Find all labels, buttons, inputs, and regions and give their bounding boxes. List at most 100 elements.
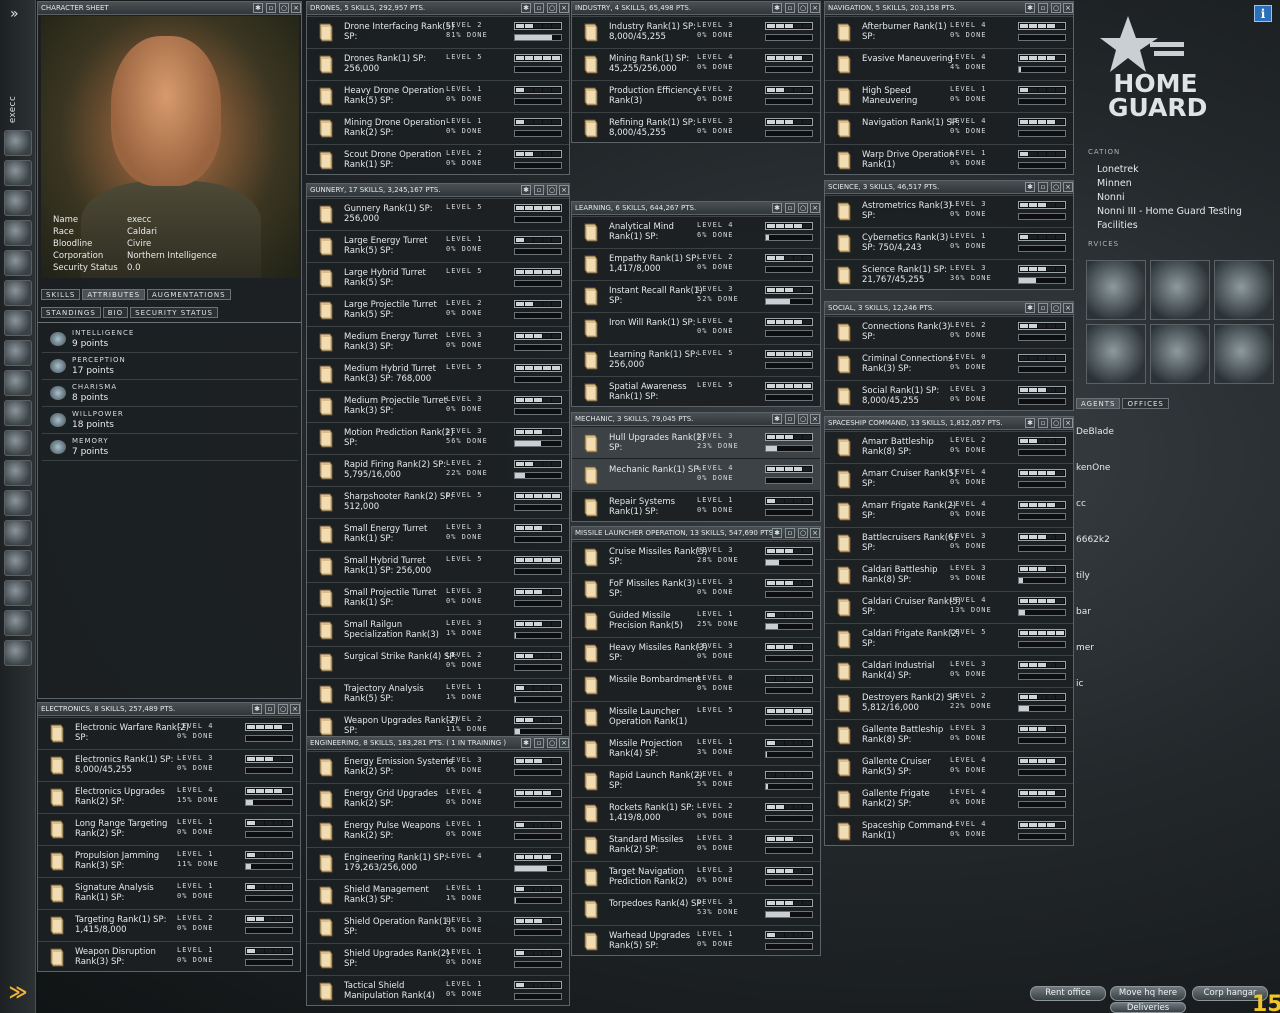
- skill-row[interactable]: Missile Bombardment LEVEL 0 0% DONE: [572, 669, 820, 700]
- skill-row[interactable]: Instant Recall Rank(1) SP: LEVEL 3 52% DO…: [572, 280, 820, 311]
- move-hq-button[interactable]: Move hq here: [1110, 986, 1186, 1001]
- close-icon[interactable]: ×: [810, 528, 820, 538]
- skill-row[interactable]: Trajectory Analysis Rank(5) SP: LEVEL 11…: [307, 678, 569, 709]
- skill-row[interactable]: Afterburner Rank(1) SP: LEVEL 4 0% DONE: [825, 16, 1073, 47]
- skill-row[interactable]: Analytical Mind Rank(1) SP: LEVEL 4 6% DO…: [572, 216, 820, 247]
- skill-row[interactable]: Production Efficiency Rank(3) LEVEL 2 0% …: [572, 80, 820, 111]
- skill-row[interactable]: Hull Upgrades Rank(2) SP: LEVEL 3 23% DON…: [572, 427, 820, 458]
- skill-row[interactable]: Electronic Warfare Rank(2) SP: LEVEL 4 0%…: [38, 717, 300, 748]
- skill-row[interactable]: Surgical Strike Rank(4) SP: LEVEL 2 0% DO…: [307, 646, 569, 677]
- skill-row[interactable]: Evasive Maneuvering LEVEL 4 4% DONE: [825, 48, 1073, 79]
- skill-row[interactable]: Long Range Targeting Rank(2) SP: LEVEL 1…: [38, 813, 300, 844]
- cargo-icon[interactable]: [4, 340, 32, 366]
- minimize-icon[interactable]: ▫: [785, 203, 795, 213]
- agent-entry[interactable]: 6662k2: [1076, 535, 1110, 545]
- info-icon[interactable]: i: [1254, 5, 1272, 22]
- minimize-icon[interactable]: ▫: [1038, 303, 1048, 313]
- skill-row[interactable]: Engineering Rank(1) SP: 179,263/256,000 …: [307, 847, 569, 878]
- settings-icon[interactable]: ✱: [252, 704, 262, 714]
- close-icon[interactable]: ×: [290, 704, 300, 714]
- agent-entry[interactable]: mer: [1076, 643, 1094, 653]
- skill-row[interactable]: Gallente Cruiser Rank(5) SP: LEVEL 4 0% D…: [825, 751, 1073, 782]
- skill-row[interactable]: Heavy Drone Operation Rank(5) SP: LEVEL …: [307, 80, 569, 111]
- skill-row[interactable]: Drones Rank(1) SP: 256,000 LEVEL 5: [307, 48, 569, 79]
- skill-row[interactable]: Mining Drone Operation Rank(2) SP: LEVEL…: [307, 112, 569, 143]
- skill-row[interactable]: Shield Management Rank(3) SP: LEVEL 1 1% …: [307, 879, 569, 910]
- book-icon[interactable]: [4, 520, 32, 546]
- tab-attributes[interactable]: ATTRIBUTES: [82, 289, 146, 300]
- skill-row[interactable]: Electronics Rank(1) SP: 8,000/45,255 LEV…: [38, 749, 300, 780]
- skill-row[interactable]: Caldari Frigate Rank(2) SP: LEVEL 5: [825, 623, 1073, 654]
- map-icon[interactable]: [4, 280, 32, 306]
- skill-row[interactable]: Amarr Frigate Rank(2) SP: LEVEL 4 0% DONE: [825, 495, 1073, 526]
- skill-row[interactable]: Destroyers Rank(2) SP: 5,812/16,000 LEVE…: [825, 687, 1073, 718]
- skill-row[interactable]: Repair Systems Rank(1) SP: LEVEL 1 0% DON…: [572, 491, 820, 522]
- skill-row[interactable]: Spaceship Command Rank(1) LEVEL 4 0% DONE: [825, 815, 1073, 846]
- skill-row[interactable]: Battlecruisers Rank(6) SP: LEVEL 3 0% DON…: [825, 527, 1073, 558]
- location-region[interactable]: Lonetrek: [1097, 164, 1139, 175]
- close-icon[interactable]: ×: [1063, 3, 1073, 13]
- skill-row[interactable]: Spatial Awareness Rank(1) SP: LEVEL 5: [572, 376, 820, 407]
- starmap-icon[interactable]: [4, 310, 32, 336]
- deliveries-button[interactable]: Deliveries: [1110, 1002, 1186, 1013]
- close-icon[interactable]: ×: [810, 414, 820, 424]
- character-icon[interactable]: [4, 130, 32, 156]
- pin-icon[interactable]: ○: [547, 3, 557, 13]
- menu-arrow-icon[interactable]: ≫: [3, 982, 33, 1004]
- skill-row[interactable]: FoF Missiles Rank(3) SP: LEVEL 3 0% DONE: [572, 573, 820, 604]
- skill-row[interactable]: Cruise Missiles Rank(5) SP: LEVEL 3 28% D…: [572, 541, 820, 572]
- tab-skills[interactable]: SKILLS: [41, 289, 81, 300]
- skill-row[interactable]: Medium Hybrid Turret Rank(3) SP: 768,000…: [307, 358, 569, 389]
- pin-icon[interactable]: ○: [1051, 418, 1061, 428]
- skill-row[interactable]: Mechanic Rank(1) SP: LEVEL 4 0% DONE: [572, 459, 820, 490]
- pin-icon[interactable]: ○: [547, 738, 557, 748]
- tab-security-status[interactable]: SECURITY STATUS: [130, 307, 219, 318]
- settings-icon[interactable]: ✱: [521, 3, 531, 13]
- skill-row[interactable]: Missile Projection Rank(4) SP: LEVEL 1 3%…: [572, 733, 820, 764]
- skill-row[interactable]: Rapid Firing Rank(2) SP: 5,795/16,000 LE…: [307, 454, 569, 485]
- close-icon[interactable]: ×: [810, 3, 820, 13]
- skill-row[interactable]: Sharpshooter Rank(2) SP: 512,000 LEVEL 5: [307, 486, 569, 517]
- skill-row[interactable]: Amarr Cruiser Rank(5) SP: LEVEL 4 0% DONE: [825, 463, 1073, 494]
- settings-icon[interactable]: ✱: [253, 3, 263, 13]
- tab-standings[interactable]: STANDINGS: [41, 307, 101, 318]
- minimize-icon[interactable]: ▫: [534, 738, 544, 748]
- minimize-icon[interactable]: ▫: [1038, 3, 1048, 13]
- calculator-icon[interactable]: [4, 580, 32, 606]
- close-icon[interactable]: ×: [1063, 303, 1073, 313]
- skill-row[interactable]: Astrometrics Rank(3) SP: LEVEL 3 0% DONE: [825, 195, 1073, 226]
- factory-icon[interactable]: [4, 640, 32, 666]
- skill-row[interactable]: Target Navigation Prediction Rank(2) LEV…: [572, 861, 820, 892]
- skill-row[interactable]: Empathy Rank(1) SP: 1,417/8,000 LEVEL 20…: [572, 248, 820, 279]
- location-system[interactable]: Nonni: [1097, 192, 1125, 203]
- agent-entry[interactable]: DeBlade: [1076, 427, 1114, 437]
- skill-row[interactable]: High Speed Maneuvering LEVEL 1 0% DONE: [825, 80, 1073, 111]
- settings-icon[interactable]: ✱: [1025, 3, 1035, 13]
- pin-icon[interactable]: ○: [798, 3, 808, 13]
- skill-row[interactable]: Small Projectile Turret Rank(1) SP: LEVE…: [307, 582, 569, 613]
- skill-row[interactable]: Drone Interfacing Rank(5) SP: LEVEL 2 81%…: [307, 16, 569, 47]
- audio-headset-icon[interactable]: [4, 550, 32, 576]
- tab-augmentations[interactable]: AUGMENTATIONS: [147, 289, 231, 300]
- skill-row[interactable]: Energy Emission Systems Rank(2) SP: LEVE…: [307, 751, 569, 782]
- settings-icon[interactable]: ✱: [521, 738, 531, 748]
- skill-row[interactable]: Caldari Industrial Rank(4) SP: LEVEL 3 0%…: [825, 655, 1073, 686]
- skill-row[interactable]: Industry Rank(1) SP: 8,000/45,255 LEVEL …: [572, 16, 820, 47]
- skill-row[interactable]: Warp Drive Operation Rank(1) LEVEL 1 0% D…: [825, 144, 1073, 175]
- close-icon[interactable]: ×: [1063, 418, 1073, 428]
- settings-icon[interactable]: ✱: [772, 414, 782, 424]
- skill-row[interactable]: Rockets Rank(1) SP: 1,419/8,000 LEVEL 20…: [572, 797, 820, 828]
- agent-entry[interactable]: cc: [1076, 499, 1086, 509]
- skill-row[interactable]: Cybernetics Rank(3) SP: 750/4,243 LEVEL …: [825, 227, 1073, 258]
- skill-row[interactable]: Caldari Battleship Rank(8) SP: LEVEL 3 9%…: [825, 559, 1073, 590]
- people-icon[interactable]: [4, 160, 32, 186]
- minimize-icon[interactable]: ▫: [534, 3, 544, 13]
- skill-row[interactable]: Large Energy Turret Rank(5) SP: LEVEL 10…: [307, 230, 569, 261]
- close-icon[interactable]: ×: [810, 203, 820, 213]
- skill-row[interactable]: Standard Missiles Rank(2) SP: LEVEL 3 0% …: [572, 829, 820, 860]
- skill-row[interactable]: Heavy Missiles Rank(3) SP: LEVEL 3 0% DON…: [572, 637, 820, 668]
- skill-row[interactable]: Electronics Upgrades Rank(2) SP: LEVEL 4…: [38, 781, 300, 812]
- skill-row[interactable]: Connections Rank(3) SP: LEVEL 2 0% DONE: [825, 316, 1073, 347]
- location-station[interactable]: Nonni III - Home Guard Testing: [1097, 206, 1242, 217]
- skill-row[interactable]: Iron Will Rank(1) SP: LEVEL 4 0% DONE: [572, 312, 820, 343]
